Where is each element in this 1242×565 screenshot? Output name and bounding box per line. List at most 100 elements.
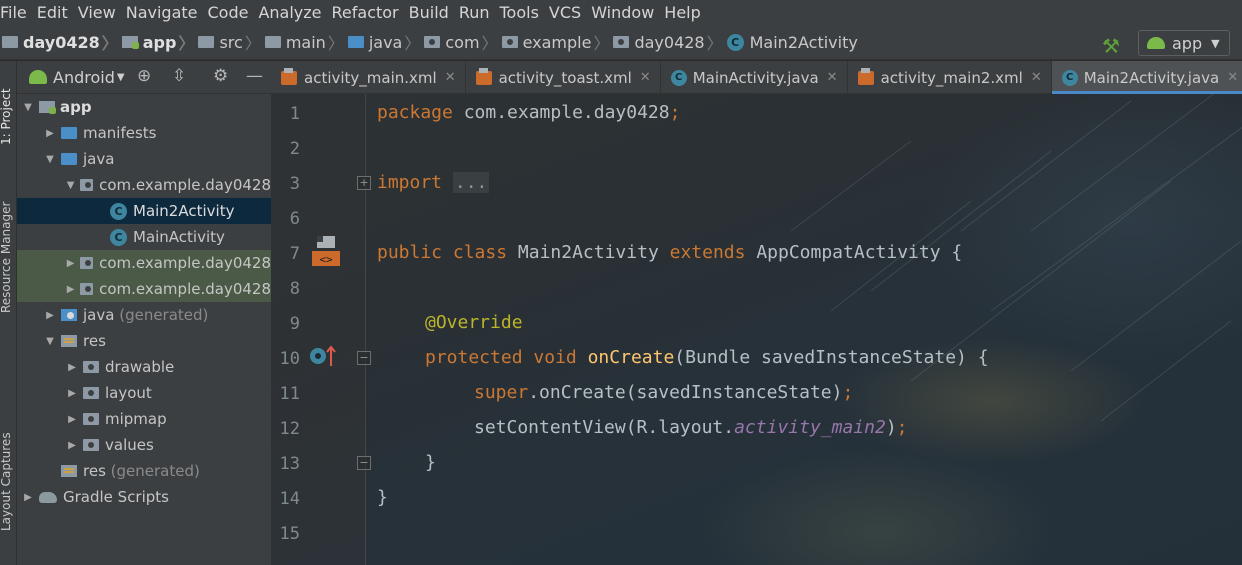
code-editor[interactable]: activity_main.xml ✕ activity_toast.xml ✕ C… <box>271 61 1242 565</box>
crumb-com[interactable]: com 〉 <box>424 30 501 54</box>
override-method-icon[interactable] <box>309 344 337 368</box>
chevron-right-icon: ▶ <box>68 439 76 451</box>
menu-code[interactable]: Code <box>203 0 254 25</box>
project-view-select[interactable]: Android <box>53 68 115 87</box>
tree-item-values[interactable]: ▶ values <box>17 432 271 458</box>
tree-item-mipmap[interactable]: ▶ mipmap <box>17 406 271 432</box>
package-icon <box>424 36 441 48</box>
editor-tabs: activity_main.xml ✕ activity_toast.xml ✕ C… <box>271 61 1242 94</box>
tree-label: manifests <box>83 124 157 142</box>
tab-activity-main-xml[interactable]: activity_main.xml ✕ <box>271 61 466 94</box>
chevron-right-icon: ▶ <box>68 387 76 399</box>
tree-label: drawable <box>105 358 175 376</box>
crumb-main[interactable]: main 〉 <box>264 30 348 54</box>
tree-item-layout[interactable]: ▶ layout <box>17 380 271 406</box>
tab-activity-toast-xml[interactable]: activity_toast.xml ✕ <box>466 61 661 94</box>
run-config-label: app <box>1172 33 1203 53</box>
gear-icon[interactable]: ⚙ <box>213 66 228 86</box>
chevron-right-icon: ▶ <box>68 413 76 425</box>
menu-tools[interactable]: Tools <box>495 0 544 25</box>
fold-expand-icon[interactable]: + <box>357 176 371 190</box>
fold-collapse-icon[interactable]: − <box>357 351 371 365</box>
tree-label: java <box>83 306 115 324</box>
collapse-icon[interactable]: ⇳ <box>172 66 186 86</box>
close-icon[interactable]: ✕ <box>1031 70 1042 85</box>
close-icon[interactable]: ✕ <box>1227 70 1238 85</box>
close-icon[interactable]: ✕ <box>640 70 651 85</box>
tree-item-package-androidtest[interactable]: ▶ com.example.day0428 <box>17 250 271 276</box>
menu-bar: File Edit View Navigate Code Analyze Ref… <box>0 0 1242 25</box>
crumb-app[interactable]: app 〉 <box>121 30 199 54</box>
menu-vcs[interactable]: VCS <box>544 0 586 25</box>
folder-icon <box>83 413 99 425</box>
close-icon[interactable]: ✕ <box>827 70 838 85</box>
code-line-7: public class Main2Activity extends AppCo… <box>377 242 963 263</box>
crumb-java[interactable]: java 〉 <box>347 30 425 54</box>
tree-item-res[interactable]: ▼ res <box>17 328 271 354</box>
crumb-label: Main2Activity <box>749 32 858 52</box>
crumb-example[interactable]: example 〉 <box>501 30 614 54</box>
menu-file[interactable]: File <box>0 0 32 25</box>
run-configuration-select[interactable]: app ▼ <box>1138 30 1230 56</box>
folded-imports[interactable]: ... <box>452 172 490 193</box>
crumb-src[interactable]: src 〉 <box>198 30 264 54</box>
hammer-icon[interactable]: ⚒ <box>1102 34 1120 58</box>
tree-item-package-test[interactable]: ▶ com.example.day0428 <box>17 276 271 302</box>
crumb-label: example <box>522 32 592 52</box>
menu-help[interactable]: Help <box>659 0 705 25</box>
menu-view[interactable]: View <box>73 0 121 25</box>
menu-analyze[interactable]: Analyze <box>253 0 326 25</box>
menu-edit[interactable]: Edit <box>32 0 73 25</box>
target-icon[interactable]: ⊕ <box>137 66 151 86</box>
tree-item-res-generated[interactable]: res (generated) <box>17 458 271 484</box>
crumb-class[interactable]: C Main2Activity <box>726 32 858 52</box>
crumb-label: java <box>368 32 403 52</box>
tree-item-gradle-scripts[interactable]: ▶ Gradle Scripts <box>17 484 271 510</box>
chevron-right-icon: ▶ <box>66 283 75 295</box>
line-number: 15 <box>279 524 300 544</box>
tree-item-main2activity[interactable]: C Main2Activity <box>17 198 271 224</box>
chevron-down-icon: ▼ <box>46 335 54 347</box>
tree-label: com.example.day0428 <box>99 280 271 298</box>
line-number: 13 <box>279 454 300 474</box>
fold-end-icon[interactable]: − <box>357 456 371 470</box>
class-icon: C <box>110 228 127 246</box>
class-icon: C <box>110 202 127 220</box>
class-icon: C <box>1061 69 1078 86</box>
tool-window-layout-captures[interactable]: Layout Captures <box>0 432 13 531</box>
chevron-down-icon[interactable]: ▼ <box>117 72 125 83</box>
tree-item-manifests[interactable]: ▶ manifests <box>17 120 271 146</box>
tree-item-java-generated[interactable]: ▶ java (generated) <box>17 302 271 328</box>
layout-link-icon[interactable]: <> <box>311 234 341 268</box>
menu-run[interactable]: Run <box>454 0 495 25</box>
chevron-right-icon: ▶ <box>24 491 32 503</box>
menu-refactor[interactable]: Refactor <box>327 0 404 25</box>
tool-window-resource-manager[interactable]: Resource Manager <box>0 202 13 313</box>
crumb-day0428[interactable]: day0428 〉 <box>613 30 726 54</box>
minimize-icon[interactable]: — <box>246 66 263 86</box>
tree-item-java[interactable]: ▼ java <box>17 146 271 172</box>
tree-item-drawable[interactable]: ▶ drawable <box>17 354 271 380</box>
breadcrumb: day0428 〉 app 〉 src 〉 main 〉 java 〉 com 〉 exam… <box>0 25 1242 60</box>
tool-window-project[interactable]: 1: Project <box>0 88 13 145</box>
gradle-icon <box>39 491 57 503</box>
tree-label-suffix: (generated) <box>119 306 209 324</box>
tree-label: MainActivity <box>133 228 225 246</box>
project-toolbar: Android ▼ ⊕ ⇳ ⚙ — <box>17 61 271 94</box>
tree-item-mainactivity[interactable]: C MainActivity <box>17 224 271 250</box>
menu-build[interactable]: Build <box>404 0 454 25</box>
code-line-1: package com.example.day0428; <box>377 102 681 123</box>
crumb-project[interactable]: day0428 〉 <box>2 30 122 54</box>
close-icon[interactable]: ✕ <box>445 70 456 85</box>
tab-activity-main2-xml[interactable]: activity_main2.xml ✕ <box>848 61 1052 94</box>
tree-item-package[interactable]: ▼ com.example.day0428 <box>17 172 271 198</box>
tab-main2activity-java[interactable]: C Main2Activity.java ✕ <box>1051 61 1242 94</box>
menu-window[interactable]: Window <box>586 0 659 25</box>
tab-mainactivity-java[interactable]: C MainActivity.java ✕ <box>661 61 848 94</box>
folder-icon <box>2 36 18 48</box>
tree-item-app[interactable]: ▼ app <box>17 94 271 120</box>
line-number: 8 <box>289 279 300 299</box>
code-text[interactable]: package com.example.day0428; import ... … <box>377 94 1237 565</box>
menu-navigate[interactable]: Navigate <box>121 0 203 25</box>
chevron-down-icon: ▼ <box>1211 36 1220 50</box>
